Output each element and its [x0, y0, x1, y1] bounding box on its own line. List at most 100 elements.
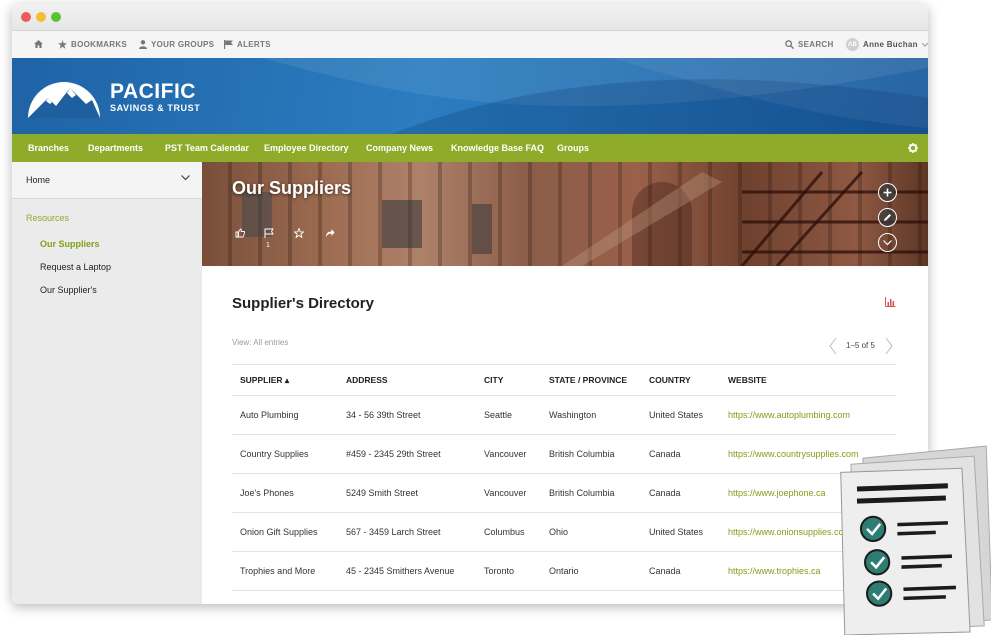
home-button[interactable] — [34, 40, 43, 48]
bookmarks-label: BOOKMARKS — [71, 40, 128, 49]
maximize-window-button[interactable] — [51, 12, 61, 22]
cell-address: 567 - 3459 Larch Street — [338, 512, 476, 552]
cell-country: United States — [641, 512, 720, 552]
cell-supplier: Trophies and More — [232, 551, 338, 591]
nav-knowledge-base-faq[interactable]: Knowledge Base FAQ — [451, 143, 544, 153]
sidebar-item-our-suppliers-2[interactable]: Our Supplier's — [40, 285, 97, 295]
top-utility-bar: BOOKMARKS YOUR GROUPS ALERTS SEARCH AB A… — [12, 31, 928, 59]
sidebar-section-resources[interactable]: Resources — [26, 213, 69, 223]
search-icon — [785, 40, 794, 49]
cell-city: Vancouver — [476, 473, 541, 513]
expand-button[interactable] — [878, 233, 897, 252]
column-header-country[interactable]: COUNTRY — [641, 364, 720, 396]
cell-country: Canada — [641, 473, 720, 513]
table-row[interactable]: Country Supplies #459 - 2345 29th Street… — [232, 434, 896, 474]
table-header-row: SUPPLIER ▴ ADDRESS CITY STATE / PROVINCE… — [232, 364, 896, 396]
mountain-logo-icon — [28, 82, 100, 118]
cell-country: Canada — [641, 434, 720, 474]
cell-address: 5249 Smith Street — [338, 473, 476, 513]
star-icon — [58, 40, 67, 49]
main-content: Supplier's Directory View: All entries 1… — [202, 266, 928, 604]
site-banner: PACIFIC SAVINGS & TRUST — [12, 58, 928, 134]
cell-city: Columbus — [476, 512, 541, 552]
column-header-address[interactable]: ADDRESS — [338, 364, 476, 396]
cell-state: British Columbia — [541, 434, 641, 474]
sidebar-home-label: Home — [26, 175, 51, 185]
brand-tagline: SAVINGS & TRUST — [110, 103, 201, 113]
nav-branches[interactable]: Branches — [28, 143, 69, 153]
search-link[interactable]: SEARCH — [785, 40, 834, 49]
column-header-city[interactable]: CITY — [476, 364, 541, 396]
sidebar-item-request-a-laptop[interactable]: Request a Laptop — [40, 262, 111, 272]
column-header-state[interactable]: STATE / PROVINCE — [541, 364, 641, 396]
sidebar-item-our-suppliers[interactable]: Our Suppliers — [40, 239, 100, 249]
checklist-document-illustration — [840, 445, 991, 635]
chevron-left-icon[interactable] — [829, 337, 837, 355]
home-icon — [34, 40, 43, 48]
nav-departments[interactable]: Departments — [88, 143, 143, 153]
cell-website-link[interactable]: https://www.autoplumbing.com — [720, 395, 896, 435]
flag-count: 1 — [266, 242, 270, 249]
nav-company-news[interactable]: Company News — [366, 143, 433, 153]
user-menu[interactable]: AB Anne Buchan — [846, 38, 928, 51]
chevron-down-icon — [921, 42, 928, 47]
chevron-right-icon[interactable] — [885, 337, 893, 355]
directory-title: Supplier's Directory — [232, 295, 374, 312]
cell-supplier: Joe's Phones — [232, 473, 338, 513]
chevron-down-icon — [883, 239, 892, 245]
brand-name: PACIFIC — [110, 80, 196, 103]
cell-address: 45 - 2345 Smithers Avenue — [338, 551, 476, 591]
cell-city: Seattle — [476, 395, 541, 435]
pagination-label: 1–5 of 5 — [846, 341, 875, 350]
plus-icon — [883, 188, 892, 197]
your-groups-label: YOUR GROUPS — [151, 40, 215, 49]
star-icon[interactable] — [294, 228, 304, 238]
cell-state: British Columbia — [541, 473, 641, 513]
cell-address: #459 - 2345 29th Street — [338, 434, 476, 474]
sidebar-home-dropdown[interactable]: Home — [12, 162, 202, 199]
column-header-website[interactable]: WEBSITE — [720, 364, 896, 396]
your-groups-link[interactable]: YOUR GROUPS — [139, 40, 214, 49]
nav-employee-directory[interactable]: Employee Directory — [264, 143, 349, 153]
page-title: Our Suppliers — [232, 178, 352, 198]
table-row[interactable]: Trophies and More 45 - 2345 Smithers Ave… — [232, 551, 896, 591]
supplier-table: SUPPLIER ▴ ADDRESS CITY STATE / PROVINCE… — [232, 364, 896, 591]
edit-button[interactable] — [878, 208, 897, 227]
cell-state: Ohio — [541, 512, 641, 552]
cell-city: Toronto — [476, 551, 541, 591]
bookmarks-link[interactable]: BOOKMARKS — [58, 40, 127, 49]
avatar: AB — [846, 38, 859, 51]
window-titlebar — [12, 4, 928, 31]
flag-icon[interactable] — [264, 228, 274, 238]
cell-supplier: Auto Plumbing — [232, 395, 338, 435]
browser-window: BOOKMARKS YOUR GROUPS ALERTS SEARCH AB A… — [12, 4, 928, 604]
user-name: Anne Buchan — [863, 40, 918, 49]
table-row[interactable]: Joe's Phones 5249 Smith Street Vancouver… — [232, 473, 896, 513]
flag-icon — [224, 40, 233, 49]
nav-pst-team-calendar[interactable]: PST Team Calendar — [165, 143, 249, 153]
alerts-label: ALERTS — [237, 40, 271, 49]
cell-supplier: Country Supplies — [232, 434, 338, 474]
alerts-link[interactable]: ALERTS — [224, 40, 271, 49]
bar-chart-icon[interactable] — [885, 297, 896, 307]
table-row[interactable]: Auto Plumbing 34 - 56 39th Street Seattl… — [232, 395, 896, 435]
cell-state: Ontario — [541, 551, 641, 591]
pencil-icon — [884, 214, 891, 221]
table-row[interactable]: Onion Gift Supplies 567 - 3459 Larch Str… — [232, 512, 896, 552]
nav-groups[interactable]: Groups — [557, 143, 589, 153]
cell-state: Washington — [541, 395, 641, 435]
add-button[interactable] — [878, 183, 897, 202]
view-filter[interactable]: View: All entries — [232, 338, 288, 347]
share-icon[interactable] — [325, 228, 335, 238]
page-hero: Our Suppliers 1 — [202, 162, 928, 266]
cell-country: Canada — [641, 551, 720, 591]
gear-icon[interactable] — [908, 143, 918, 153]
cell-country: United States — [641, 395, 720, 435]
like-icon[interactable] — [235, 228, 245, 238]
chevron-down-icon — [181, 175, 190, 181]
column-header-supplier[interactable]: SUPPLIER ▴ — [232, 364, 338, 396]
minimize-window-button[interactable] — [36, 12, 46, 22]
search-label: SEARCH — [798, 40, 834, 49]
cell-supplier: Onion Gift Supplies — [232, 512, 338, 552]
close-window-button[interactable] — [21, 12, 31, 22]
